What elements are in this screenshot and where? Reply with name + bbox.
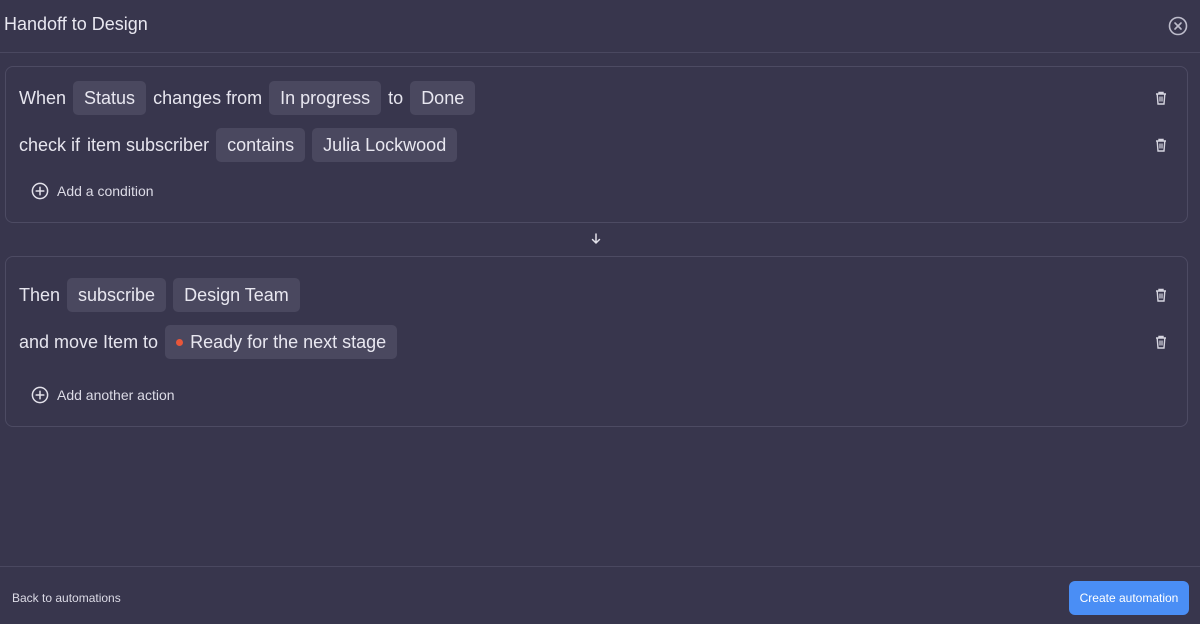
arrow-down-icon <box>591 233 601 244</box>
operator-chip[interactable]: contains <box>216 128 306 162</box>
to-label: to <box>388 87 404 108</box>
create-automation-button[interactable]: Create automation <box>1069 581 1189 615</box>
check-if-label: check if <box>19 134 81 155</box>
action-row: Then subscribe Design Team <box>19 278 307 312</box>
stage-color-dot <box>176 338 184 346</box>
plus-circle-icon <box>31 182 49 200</box>
add-condition-button[interactable]: Add a condition <box>31 180 154 202</box>
stage-chip[interactable]: Ready for the next stage <box>165 325 398 359</box>
action-card: Then subscribe Design Team and move Item… <box>5 256 1188 427</box>
stage-label: Ready for the next stage <box>190 331 387 352</box>
changes-from-label: changes from <box>153 87 263 108</box>
from-value-chip[interactable]: In progress <box>269 81 382 115</box>
close-icon[interactable] <box>1168 16 1188 36</box>
condition-row: check if item subscriber contains Julia … <box>19 128 464 162</box>
add-action-label: Add another action <box>57 387 175 403</box>
when-label: When <box>19 87 67 108</box>
dialog-header: Handoff to Design <box>0 0 1200 53</box>
then-label: Then <box>19 284 61 305</box>
trash-icon[interactable] <box>1154 334 1168 350</box>
move-row: and move Item to Ready for the next stag… <box>19 325 404 359</box>
back-to-automations-link[interactable]: Back to automations <box>12 591 121 605</box>
trigger-row: When Status changes from In progress to … <box>19 81 482 115</box>
add-condition-label: Add a condition <box>57 183 154 199</box>
field-chip[interactable]: Status <box>73 81 147 115</box>
condition-value-chip[interactable]: Julia Lockwood <box>312 128 458 162</box>
trash-icon[interactable] <box>1154 287 1168 303</box>
add-action-button[interactable]: Add another action <box>31 384 175 406</box>
trigger-card: When Status changes from In progress to … <box>5 66 1188 223</box>
move-label: and move Item to <box>19 331 159 352</box>
dialog-title: Handoff to Design <box>4 14 148 34</box>
to-value-chip[interactable]: Done <box>410 81 476 115</box>
subject-label: item subscriber <box>87 134 210 155</box>
dialog-footer: Back to automations Create automation <box>0 566 1200 624</box>
action-target-chip[interactable]: Design Team <box>173 278 300 312</box>
trash-icon[interactable] <box>1154 90 1168 106</box>
trash-icon[interactable] <box>1154 137 1168 153</box>
action-verb-chip[interactable]: subscribe <box>67 278 167 312</box>
plus-circle-icon <box>31 386 49 404</box>
